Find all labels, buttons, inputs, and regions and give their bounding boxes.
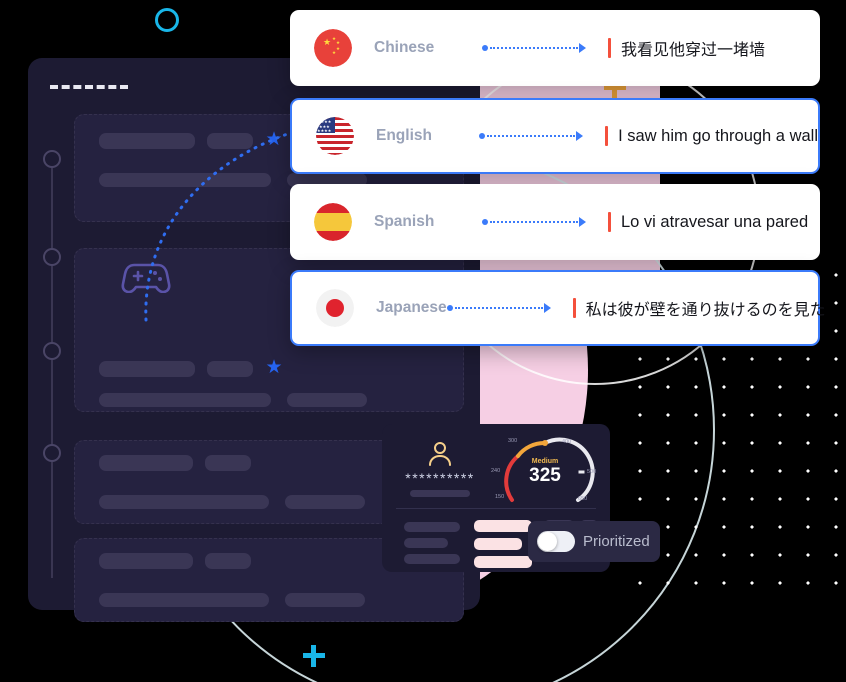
skeleton-bar — [99, 173, 271, 187]
user-icon — [429, 442, 451, 466]
arrow-icon — [482, 217, 586, 227]
title-placeholder — [50, 85, 128, 89]
skeleton-bar — [474, 538, 522, 550]
gauge-tick: 650 — [578, 496, 588, 502]
language-label: Japanese — [376, 299, 447, 316]
language-card-chinese[interactable]: ★ ★ ★ ★ ★ Chinese 我看见他穿过一堵墙 — [290, 10, 820, 86]
skeleton-bar — [99, 393, 271, 407]
divider — [396, 508, 596, 509]
translation-text: Lo vi atravesar una pared — [621, 212, 809, 231]
star-icon[interactable]: ★ — [265, 130, 283, 149]
skeleton-bar — [410, 490, 470, 497]
arrow-icon — [482, 43, 586, 53]
flag-china-icon: ★ ★ ★ ★ ★ — [314, 29, 352, 67]
toggle-switch[interactable] — [537, 531, 575, 552]
language-label: Chinese — [374, 39, 435, 56]
gamepad-icon — [121, 263, 171, 293]
circle-outline-icon — [155, 8, 179, 32]
skeleton-bar — [99, 593, 269, 607]
gauge-tick: 500 — [587, 469, 597, 475]
gauge-tick: 150 — [495, 494, 505, 500]
timeline-node — [43, 150, 61, 168]
translation-text: I saw him go through a wall — [618, 126, 818, 145]
skeleton-bar — [205, 455, 251, 471]
skeleton-bar — [99, 553, 193, 569]
score-gauge: Medium 325 150 240 300 400 500 650 — [490, 430, 600, 506]
timeline-node — [43, 444, 61, 462]
skeleton-bar — [285, 593, 365, 607]
arrow-icon — [479, 131, 584, 141]
timeline-node — [43, 342, 61, 360]
accent-bar — [608, 212, 611, 232]
language-card-english[interactable]: ★★★★ ★★★ ★★★★ English I saw him go throu… — [290, 98, 820, 174]
plus-icon — [303, 645, 325, 667]
svg-text:★★★★: ★★★★ — [317, 128, 332, 133]
accent-bar — [572, 298, 576, 318]
skeleton-bar — [205, 553, 251, 569]
accent-bar — [605, 126, 609, 146]
gauge-tick: 400 — [562, 439, 572, 445]
svg-text:★: ★ — [323, 37, 331, 47]
masked-username: ********** — [405, 470, 475, 486]
skeleton-bar — [474, 556, 532, 568]
skeleton-bar — [474, 520, 532, 532]
prioritized-label: Prioritized — [583, 533, 650, 550]
skeleton-bar — [404, 538, 448, 548]
gauge-label: Medium — [531, 458, 559, 465]
language-label: English — [376, 127, 432, 144]
skeleton-bar — [207, 133, 253, 149]
illustration-canvas: ★ ★ ********** Medium 325 150 240 300 40… — [0, 0, 846, 682]
skeleton-bar — [99, 361, 195, 377]
gauge-tick: 300 — [508, 438, 518, 444]
skeleton-bar — [404, 522, 460, 532]
prioritized-toggle[interactable]: Prioritized — [528, 521, 660, 562]
flag-japan-icon — [316, 289, 354, 327]
skeleton-bar — [99, 495, 269, 509]
flag-usa-icon: ★★★★ ★★★ ★★★★ — [316, 117, 354, 155]
gauge-value: 325 — [529, 465, 561, 486]
language-label: Spanish — [374, 213, 435, 230]
language-card-spanish[interactable]: Spanish Lo vi atravesar una pared — [290, 184, 820, 260]
timeline-track — [51, 158, 53, 578]
arrow-icon — [446, 303, 551, 313]
flag-spain-icon — [314, 203, 352, 241]
skeleton-bar — [404, 554, 460, 564]
star-icon[interactable]: ★ — [265, 358, 283, 377]
skeleton-bar — [99, 455, 193, 471]
skeleton-bar — [99, 133, 195, 149]
timeline-node — [43, 248, 61, 266]
language-card-japanese[interactable]: Japanese 私は彼が壁を通り抜けるのを見た — [290, 270, 826, 346]
skeleton-bar — [207, 361, 253, 377]
accent-bar — [608, 38, 611, 58]
translation-text: 我看见他穿过一堵墙 — [621, 42, 766, 59]
skeleton-bar — [285, 495, 365, 509]
gauge-tick: 240 — [491, 468, 501, 474]
skeleton-bar — [287, 393, 367, 407]
translation-text: 私は彼が壁を通り抜けるのを見た — [585, 302, 826, 319]
